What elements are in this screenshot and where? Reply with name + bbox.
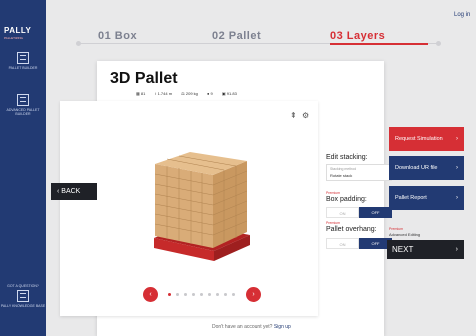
- carousel-dot[interactable]: [192, 293, 195, 296]
- sidebar-item-label: ADVANCED PALLET BUILDER: [6, 108, 40, 116]
- stacking-method-select[interactable]: Stacking method Rotate stack: [326, 164, 392, 181]
- share-icon[interactable]: ⚙: [302, 111, 309, 120]
- chevron-right-icon: ›: [456, 195, 458, 201]
- carousel-dot[interactable]: [184, 293, 187, 296]
- advanced-builder-icon: [17, 94, 29, 106]
- efficiency-stat: ▣ 91.83: [221, 91, 237, 96]
- pallet-overhang-label: Pallet overhang:: [326, 226, 377, 233]
- sidebar-item-label: PALLET BUILDER: [8, 66, 38, 70]
- carousel-dot-active[interactable]: [168, 293, 171, 296]
- sidebar: PALLY PALLETIZING PALLET BUILDER ADVANCE…: [0, 0, 46, 336]
- pin-icon[interactable]: ⇞: [290, 111, 297, 120]
- step-dot: [76, 41, 81, 46]
- carousel-dot[interactable]: [176, 293, 179, 296]
- height-stat: ↕ 1.744 m: [154, 91, 173, 96]
- next-button[interactable]: NEXT ›: [387, 240, 464, 259]
- pallet-report-button[interactable]: Pallet Report ›: [389, 186, 464, 210]
- box-padding-toggle[interactable]: ON OFF: [326, 207, 392, 218]
- step-box[interactable]: 01 Box: [98, 30, 137, 42]
- weight-stat: ⚖ 209 kg: [181, 91, 198, 96]
- premium-tag: Premium: [326, 221, 341, 225]
- premium-tag: Premium: [326, 191, 341, 195]
- pallet-builder-icon: [17, 52, 29, 64]
- next-view-button[interactable]: ›: [246, 287, 261, 302]
- active-step-indicator: [330, 43, 428, 45]
- carousel-dot[interactable]: [232, 293, 235, 296]
- step-pallet[interactable]: 02 Pallet: [212, 30, 261, 42]
- carousel-dot[interactable]: [208, 293, 211, 296]
- box-stack-front: [155, 164, 213, 248]
- chevron-right-icon: ›: [456, 136, 458, 142]
- pallet-overhang-toggle[interactable]: ON OFF: [326, 238, 392, 249]
- login-link[interactable]: Log in: [454, 12, 470, 18]
- book-icon: [17, 290, 29, 302]
- layers-stat: ● 9: [207, 91, 213, 96]
- signup-prompt: Don't have an account yet? Sign up: [212, 324, 291, 330]
- chevron-right-icon: ›: [455, 246, 458, 253]
- download-ur-file-button[interactable]: Download UR file ›: [389, 156, 464, 180]
- page-title: 3D Pallet: [110, 70, 178, 87]
- step-dot: [436, 41, 441, 46]
- sidebar-item-label: PALLY KNOWLEDGE BASE: [0, 304, 46, 308]
- box-count-stat: ▦ 81: [136, 91, 146, 96]
- request-simulation-button[interactable]: Request Simulation ›: [389, 127, 464, 151]
- sidebar-item-advanced-pallet-builder[interactable]: ADVANCED PALLET BUILDER: [0, 94, 46, 116]
- carousel-dot[interactable]: [216, 293, 219, 296]
- sidebar-item-pallet-builder[interactable]: PALLET BUILDER: [0, 52, 46, 70]
- app-logo[interactable]: PALLY: [4, 26, 31, 35]
- premium-tag: Premium: [389, 227, 404, 231]
- pallet-stats: ▦ 81 ↕ 1.744 m ⚖ 209 kg ● 9 ▣ 91.83: [136, 91, 245, 96]
- carousel-dot[interactable]: [200, 293, 203, 296]
- edit-stacking-label: Edit stacking:: [326, 154, 368, 161]
- carousel-dot[interactable]: [224, 293, 227, 296]
- 3d-viewer[interactable]: [60, 101, 318, 316]
- previous-view-button[interactable]: ‹: [143, 287, 158, 302]
- advanced-editing-link[interactable]: Advanced Editing: [389, 232, 420, 237]
- pallet-3d-render: [154, 152, 250, 261]
- step-layers[interactable]: 03 Layers: [330, 30, 385, 42]
- signup-link[interactable]: Sign up: [274, 324, 291, 330]
- box-padding-label: Box padding:: [326, 196, 367, 203]
- back-button[interactable]: ‹ BACK: [51, 183, 97, 200]
- logo-tagline: PALLETIZING: [4, 36, 23, 40]
- sidebar-item-label: GOT A QUESTION?: [7, 284, 39, 288]
- chevron-right-icon: ›: [456, 165, 458, 171]
- sidebar-item-question[interactable]: GOT A QUESTION? PALLY KNOWLEDGE BASE: [0, 284, 46, 308]
